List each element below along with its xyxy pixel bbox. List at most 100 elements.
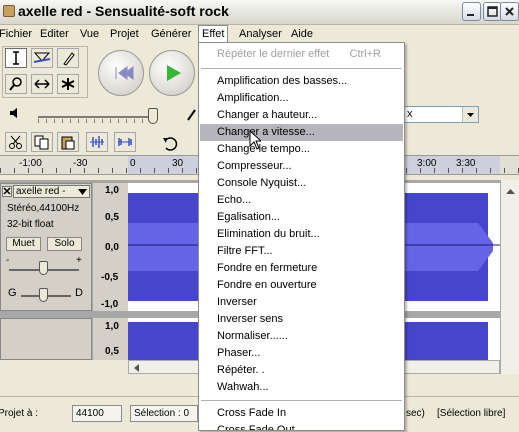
gain-slider-thumb[interactable] <box>39 261 48 275</box>
app-icon <box>3 5 15 17</box>
scale-label: 0,5 <box>105 346 119 357</box>
menu-fichier[interactable]: Fichier <box>0 26 35 42</box>
silence-icon <box>118 138 132 146</box>
undo-icon[interactable] <box>160 134 180 155</box>
copy-button[interactable] <box>31 132 53 152</box>
project-rate-label: Projet à : <box>0 408 39 419</box>
close-icon <box>505 7 514 16</box>
draw-tool-button[interactable] <box>57 48 79 68</box>
timeshift-tool-button[interactable] <box>31 74 53 94</box>
menu-effet[interactable]: Effet <box>198 25 229 43</box>
envelope-tool-button[interactable] <box>31 48 53 68</box>
menu-item-noise-removal[interactable]: Elimination du bruit... <box>200 226 403 243</box>
copy-icon <box>34 135 49 150</box>
close-icon <box>3 187 11 195</box>
menu-item-wahwah[interactable]: Wahwah... <box>200 379 403 396</box>
minimize-button[interactable] <box>462 2 481 21</box>
menu-item-echo[interactable]: Echo... <box>200 192 403 209</box>
menu-item-equalization[interactable]: Egalisation... <box>200 209 403 226</box>
vertical-scrollbar[interactable] <box>500 180 519 374</box>
project-rate-field[interactable]: 44100 <box>72 405 122 422</box>
menu-item-repeat-last-effect: Répéter le dernier effet Ctrl+R <box>200 46 403 63</box>
mouse-cursor-icon <box>249 129 263 153</box>
dropdown-arrow-icon <box>78 189 87 195</box>
minimize-icon <box>467 14 474 16</box>
selection-tool-button[interactable] <box>5 48 27 68</box>
mute-button[interactable]: Muet <box>6 237 41 251</box>
menu-item-bass-boost[interactable]: Amplification des basses... <box>200 73 403 90</box>
menu-editer[interactable]: Editer <box>37 26 72 42</box>
title-bar: axelle red - Sensualité-soft rock <box>0 0 519 25</box>
menu-item-fade-in[interactable]: Fondre en ouverture <box>200 277 403 294</box>
menu-separator <box>201 400 402 401</box>
menu-bar: Fichier Editer Vue Projet Générer Effet … <box>0 25 519 43</box>
paste-icon <box>61 136 75 150</box>
track-bit-depth: 32-bit float <box>7 219 54 230</box>
scale-label: -1,0 <box>101 299 119 310</box>
menu-generer[interactable]: Générer <box>148 26 194 42</box>
track-close-button[interactable] <box>2 186 12 197</box>
menu-item-fade-out[interactable]: Fondre en fermeture <box>200 260 403 277</box>
selection-unit: sec) <box>406 408 425 419</box>
magnifier-icon <box>9 77 22 91</box>
scale-label: -0,5 <box>101 272 119 283</box>
menu-item-label: Répéter le dernier effet <box>217 48 330 60</box>
gain-plus-label: + <box>76 255 82 266</box>
cut-button[interactable] <box>5 132 27 152</box>
scroll-left-icon <box>134 364 139 372</box>
menu-item-change-speed[interactable]: Changer a vitesse... <box>200 124 403 141</box>
scale-label: 1,0 <box>105 321 119 332</box>
device-select[interactable]: x <box>404 106 479 123</box>
menu-item-cross-fade-out[interactable]: Cross Fade Out <box>200 422 403 430</box>
scroll-up-icon <box>505 186 516 198</box>
menu-item-change-pitch[interactable]: Changer a hauteur... <box>200 107 403 124</box>
play-button[interactable] <box>149 50 195 96</box>
trim-icon <box>90 136 104 148</box>
menu-item-compressor[interactable]: Compresseur... <box>200 158 403 175</box>
skip-start-icon <box>115 66 134 80</box>
solo-button[interactable]: Solo <box>47 237 82 251</box>
pan-left-label: G <box>8 287 17 299</box>
volume-slider-thumb[interactable] <box>148 108 158 124</box>
chevron-down-icon <box>462 107 478 122</box>
scissors-icon <box>9 135 22 149</box>
play-icon <box>167 65 181 81</box>
menu-item-invert[interactable]: Inverser <box>200 294 403 311</box>
menu-item-repeat[interactable]: Répéter. . <box>200 362 403 379</box>
menu-item-amplify[interactable]: Amplification... <box>200 90 403 107</box>
menu-item-cross-fade-in[interactable]: Cross Fade In <box>200 405 403 422</box>
multi-tool-button[interactable] <box>57 74 79 94</box>
effet-dropdown-menu: Répéter le dernier effet Ctrl+R Amplific… <box>198 42 405 431</box>
pan-slider-thumb[interactable] <box>39 288 48 302</box>
menu-item-nyquist-console[interactable]: Console Nyquist... <box>200 175 403 192</box>
menu-item-change-tempo[interactable]: Change le tempo... <box>200 141 403 158</box>
menu-projet[interactable]: Projet <box>107 26 142 42</box>
scale-label: 0,0 <box>105 242 119 253</box>
menu-item-normalize[interactable]: Normaliser...... <box>200 328 403 345</box>
silence-button[interactable] <box>114 132 136 152</box>
menu-item-reverse[interactable]: Inverser sens <box>200 311 403 328</box>
double-arrow-icon <box>34 79 50 89</box>
pencil-icon <box>63 52 75 66</box>
close-button[interactable] <box>500 2 519 21</box>
window-title: axelle red - Sensualité-soft rock <box>18 3 229 19</box>
rewind-button[interactable] <box>98 50 144 96</box>
track-name: axelle red - <box>16 186 66 197</box>
zoom-tool-button[interactable] <box>5 74 27 94</box>
trim-button[interactable] <box>86 132 108 152</box>
menu-item-phaser[interactable]: Phaser... <box>200 345 403 362</box>
microphone-icon <box>186 106 198 125</box>
menu-analyser[interactable]: Analyser <box>236 26 285 42</box>
menu-vue[interactable]: Vue <box>77 26 102 42</box>
menu-aide[interactable]: Aide <box>288 26 316 42</box>
menu-item-shortcut: Ctrl+R <box>349 48 381 60</box>
track-control-panel-2 <box>0 318 92 360</box>
menu-item-fft-filter[interactable]: Filtre FFT... <box>200 243 403 260</box>
selection-field[interactable]: Sélection : 0 <box>130 405 198 422</box>
paste-button[interactable] <box>57 132 79 152</box>
track-name-menu[interactable]: axelle red - <box>13 185 90 198</box>
maximize-icon <box>487 6 498 17</box>
volume-slider-track <box>38 116 158 118</box>
selection-mode: [Sélection libre] <box>437 408 506 419</box>
scale-label: 1,0 <box>105 185 119 196</box>
